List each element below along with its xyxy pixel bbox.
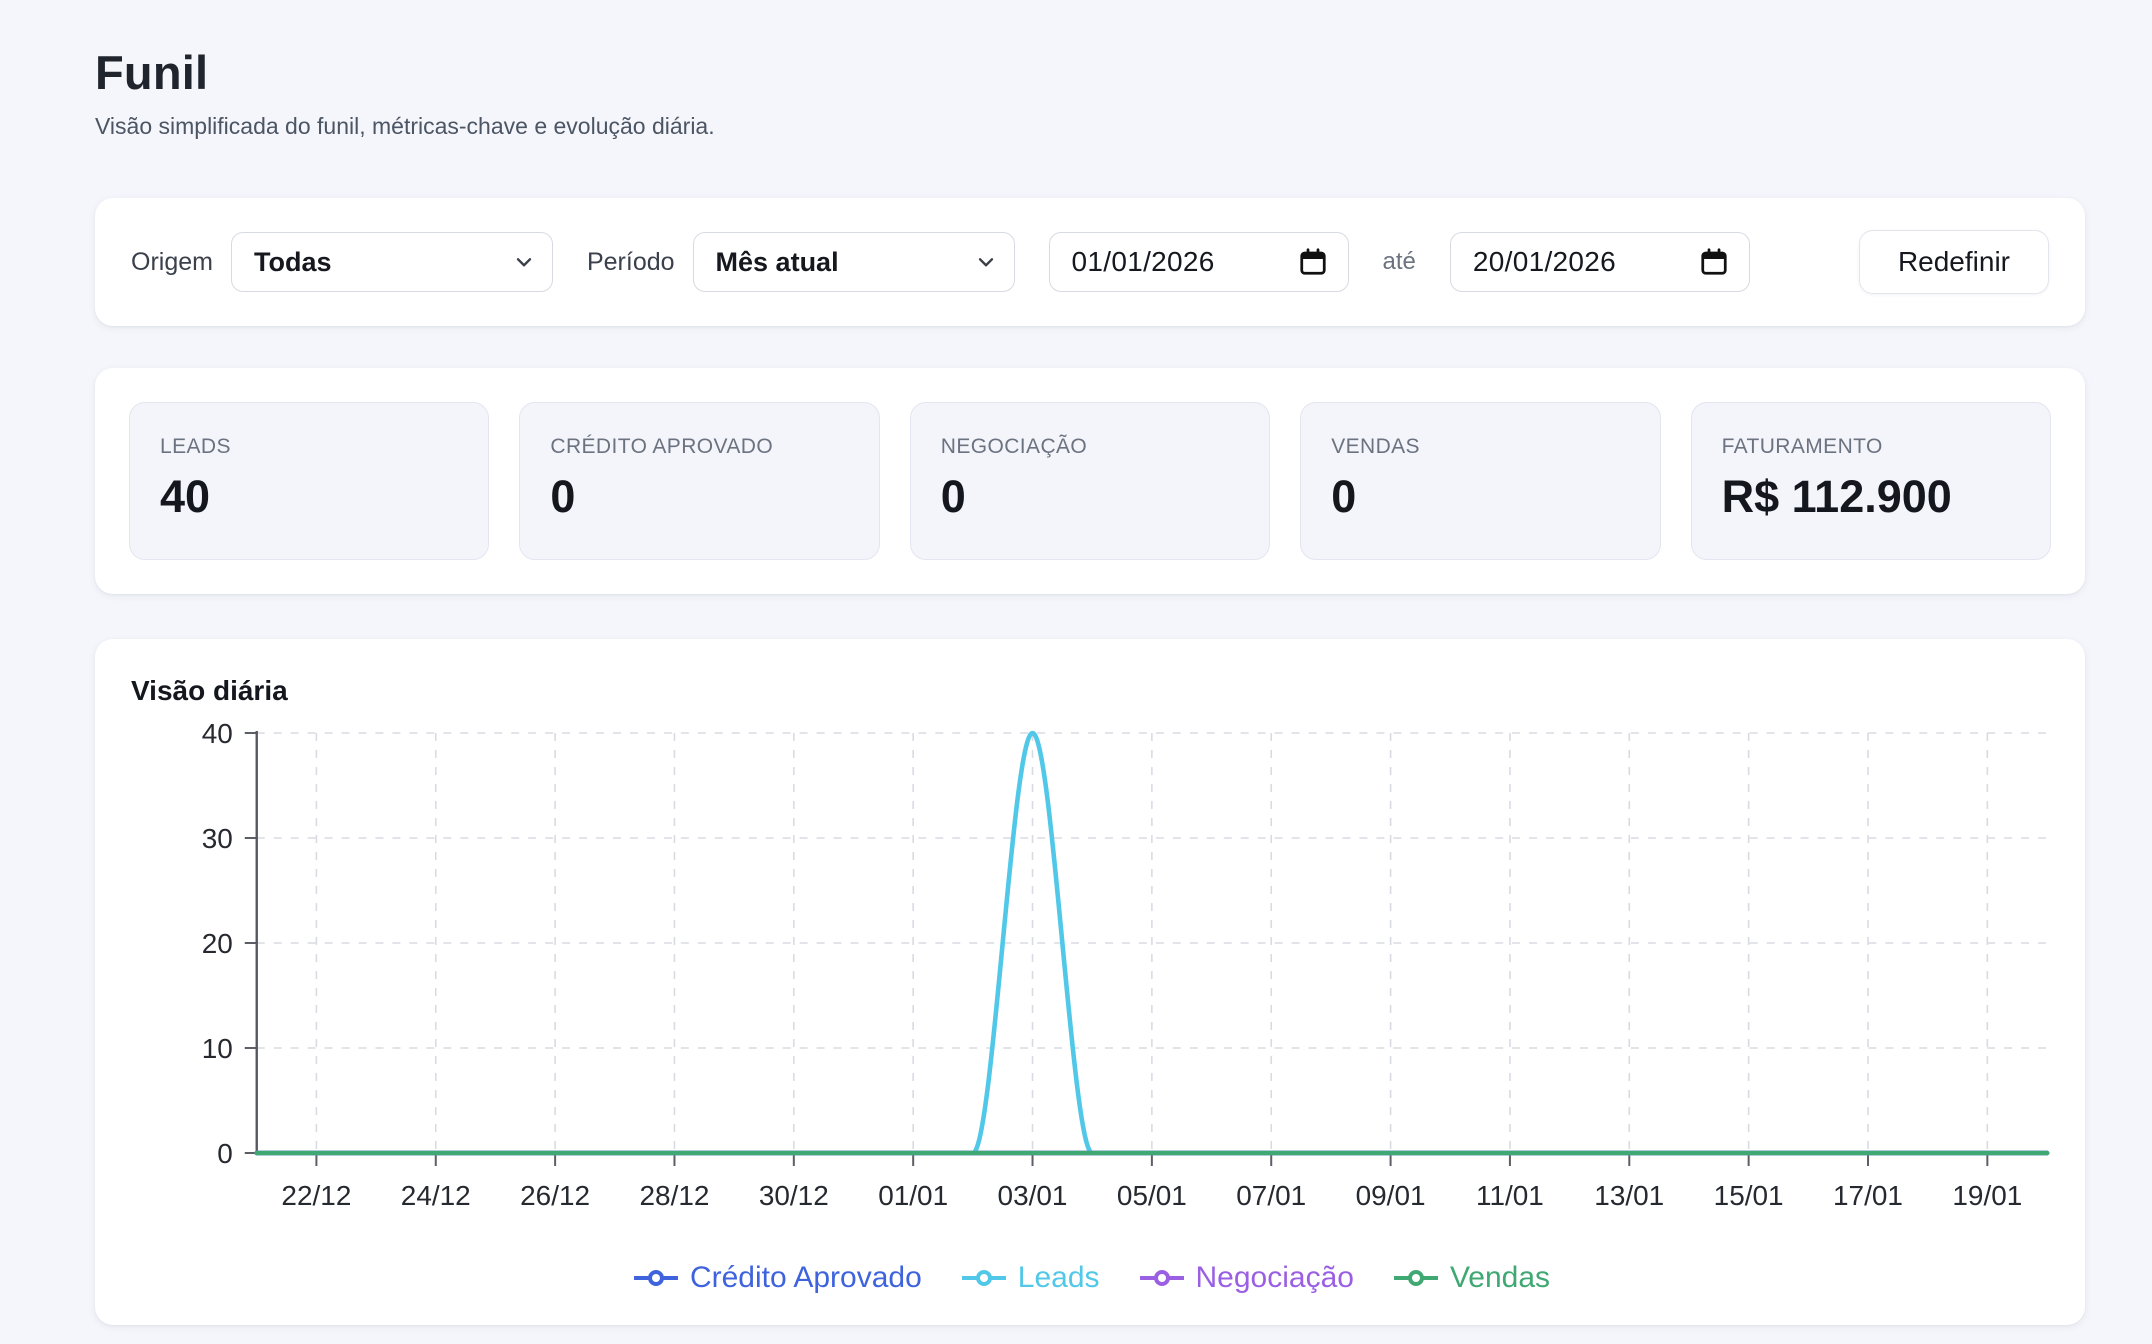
page-title: Funil (95, 45, 2085, 100)
origem-filter-group: Origem Todas (131, 232, 553, 292)
kpi-label: FATURAMENTO (1722, 435, 2020, 459)
daily-chart-svg: 22/12 24/12 26/12 28/12 30/12 01/01 03/01 05/01… (129, 717, 2055, 1257)
svg-text:20: 20 (202, 928, 233, 959)
chart-card: Visão diária 22/1224/1226/1228/1230/1201… (95, 639, 2085, 1325)
svg-text:10: 10 (202, 1033, 233, 1064)
calendar-icon[interactable] (1699, 247, 1729, 277)
kpi-card-credito-aprovado: CRÉDITO APROVADO 0 (519, 402, 879, 560)
origem-label: Origem (131, 248, 213, 277)
kpi-value: 0 (1331, 471, 1629, 523)
svg-text:26/12: 26/12 (520, 1180, 590, 1211)
svg-text:22/12: 22/12 (281, 1180, 351, 1211)
legend-item-cr-dito-aprovado[interactable]: Crédito Aprovado (634, 1261, 922, 1295)
legend-label: Leads (1018, 1261, 1100, 1295)
legend-marker-icon (634, 1268, 678, 1288)
date-to-field[interactable]: 20/01/2026 (1450, 232, 1750, 292)
svg-text:0: 0 (217, 1138, 233, 1169)
svg-text:40: 40 (202, 718, 233, 749)
kpi-card-vendas: VENDAS 0 (1300, 402, 1660, 560)
legend-item-vendas[interactable]: Vendas (1394, 1261, 1550, 1295)
origem-select[interactable]: Todas (231, 232, 553, 292)
svg-text:24/12: 24/12 (401, 1180, 471, 1211)
kpi-section: LEADS40CRÉDITO APROVADO0NEGOCIAÇÃO0VENDA… (95, 368, 2085, 594)
svg-text:03/01: 03/01 (998, 1180, 1068, 1211)
svg-text:05/01: 05/01 (1117, 1180, 1187, 1211)
svg-text:07/01: 07/01 (1236, 1180, 1306, 1211)
kpi-value: 0 (941, 471, 1239, 523)
periodo-select-wrap: Mês atual (693, 232, 1015, 292)
kpi-value: 40 (160, 471, 458, 523)
svg-text:30: 30 (202, 823, 233, 854)
page-subtitle: Visão simplificada do funil, métricas-ch… (95, 113, 2085, 140)
svg-text:28/12: 28/12 (640, 1180, 710, 1211)
periodo-select[interactable]: Mês atual (693, 232, 1015, 292)
kpi-label: LEADS (160, 435, 458, 459)
kpi-card-negociacao: NEGOCIAÇÃO 0 (910, 402, 1270, 560)
legend-marker-icon (962, 1268, 1006, 1288)
kpi-value: 0 (550, 471, 848, 523)
kpi-value: R$ 112.900 (1722, 471, 2020, 523)
periodo-filter-group: Período Mês atual (587, 232, 1015, 292)
svg-text:09/01: 09/01 (1356, 1180, 1426, 1211)
page-container: Funil Visão simplificada do funil, métri… (95, 0, 2085, 1344)
legend-item-negocia-o[interactable]: Negociação (1140, 1261, 1354, 1295)
kpi-row: LEADS40CRÉDITO APROVADO0NEGOCIAÇÃO0VENDA… (129, 402, 2051, 560)
svg-text:11/01: 11/01 (1476, 1180, 1544, 1211)
origem-select-wrap: Todas (231, 232, 553, 292)
ate-label: até (1383, 248, 1416, 276)
svg-text:01/01: 01/01 (878, 1180, 948, 1211)
kpi-label: NEGOCIAÇÃO (941, 435, 1239, 459)
svg-text:17/01: 17/01 (1833, 1180, 1903, 1211)
filter-card: Origem Todas Período Mês atual (95, 198, 2085, 326)
periodo-label: Período (587, 248, 675, 277)
legend-item-leads[interactable]: Leads (962, 1261, 1100, 1295)
svg-text:13/01: 13/01 (1594, 1180, 1664, 1211)
date-from-field[interactable]: 01/01/2026 (1049, 232, 1349, 292)
legend-label: Negociação (1196, 1261, 1354, 1295)
legend-marker-icon (1140, 1268, 1184, 1288)
kpi-card-leads: LEADS 40 (129, 402, 489, 560)
legend-label: Vendas (1450, 1261, 1550, 1295)
legend-label: Crédito Aprovado (690, 1261, 922, 1295)
svg-text:19/01: 19/01 (1952, 1180, 2022, 1211)
kpi-label: CRÉDITO APROVADO (550, 435, 848, 459)
chart-title: Visão diária (131, 675, 2055, 707)
redefinir-button[interactable]: Redefinir (1859, 230, 2049, 294)
svg-text:15/01: 15/01 (1714, 1180, 1784, 1211)
kpi-label: VENDAS (1331, 435, 1629, 459)
svg-text:30/12: 30/12 (759, 1180, 829, 1211)
date-to-value: 20/01/2026 (1473, 246, 1616, 278)
calendar-icon[interactable] (1298, 247, 1328, 277)
chart-legend: Crédito Aprovado Leads Negociação Vendas (129, 1261, 2055, 1299)
legend-marker-icon (1394, 1268, 1438, 1288)
kpi-card-faturamento: FATURAMENTO R$ 112.900 (1691, 402, 2051, 560)
date-from-value: 01/01/2026 (1072, 246, 1215, 278)
